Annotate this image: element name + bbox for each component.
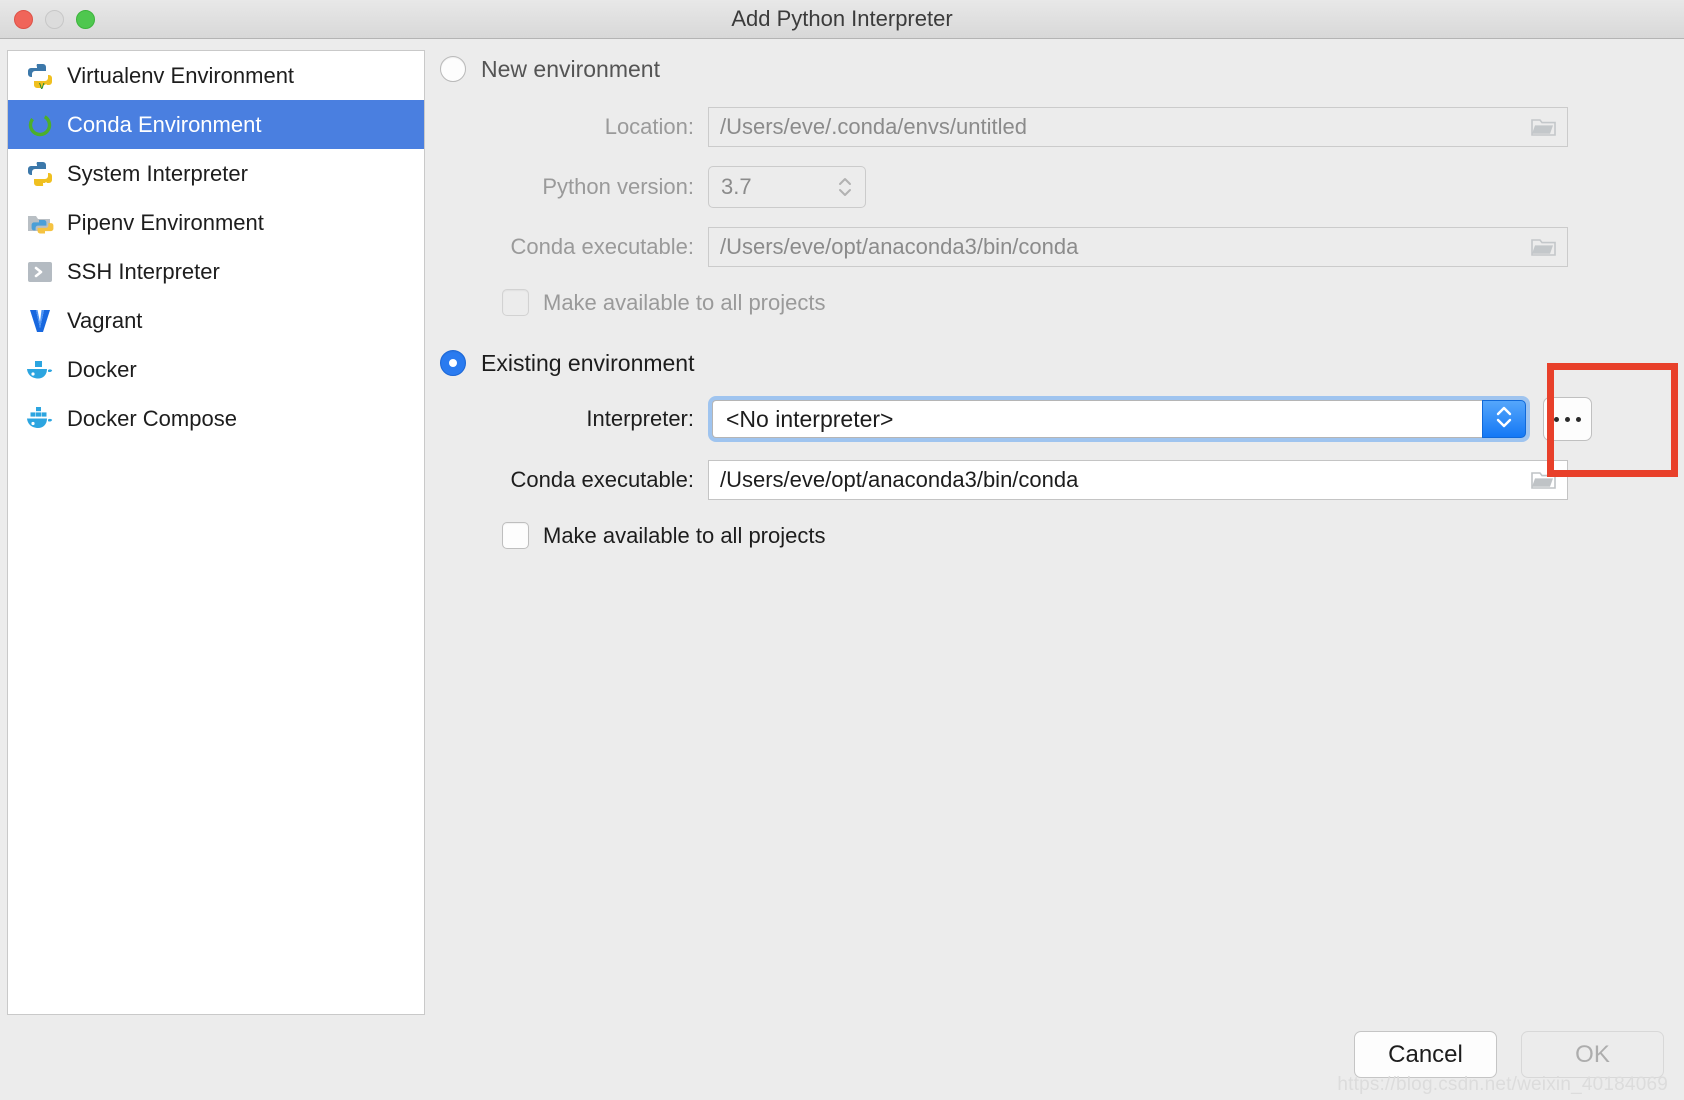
new-conda-executable-value: /Users/eve/opt/anaconda3/bin/conda <box>720 234 1079 259</box>
ellipsis-icon <box>1576 416 1581 422</box>
existing-environment-label: Existing environment <box>481 349 695 376</box>
sidebar-item-label: Vagrant <box>67 307 143 333</box>
add-python-interpreter-dialog: Add Python Interpreter v Virtualenv Envi… <box>0 0 1684 1100</box>
python-icon <box>25 159 55 189</box>
ellipsis-icon <box>1554 416 1559 422</box>
sidebar-item-system-interpreter[interactable]: System Interpreter <box>8 149 424 198</box>
folder-icon[interactable] <box>1530 236 1558 258</box>
ellipsis-icon <box>1565 416 1570 422</box>
sidebar-item-label: Pipenv Environment <box>67 209 264 235</box>
conda-icon <box>25 110 55 140</box>
sidebar-item-docker-compose[interactable]: Docker Compose <box>8 394 424 443</box>
new-make-available-row[interactable]: Make available to all projects <box>440 289 1680 316</box>
interpreter-dropdown-stepper[interactable] <box>1482 400 1526 438</box>
new-conda-executable-row: Conda executable: /Users/eve/opt/anacond… <box>440 227 1680 267</box>
location-input[interactable]: /Users/eve/.conda/envs/untitled <box>708 107 1568 147</box>
sidebar-item-label: Docker Compose <box>67 405 237 431</box>
sidebar-item-label: Docker <box>67 356 137 382</box>
folder-icon[interactable] <box>1530 469 1558 491</box>
sidebar-item-ssh-interpreter[interactable]: SSH Interpreter <box>8 247 424 296</box>
docker-compose-icon <box>25 404 55 434</box>
existing-conda-executable-input[interactable]: /Users/eve/opt/anaconda3/bin/conda <box>708 460 1568 500</box>
window-titlebar: Add Python Interpreter <box>0 0 1684 39</box>
environment-type-list[interactable]: v Virtualenv Environment Conda Environme… <box>7 50 425 1015</box>
sidebar-item-label: System Interpreter <box>67 160 248 186</box>
sidebar-item-label: SSH Interpreter <box>67 258 220 284</box>
interpreter-combobox[interactable]: <No interpreter> <box>712 400 1482 438</box>
pipenv-folder-icon <box>25 208 55 238</box>
sidebar-item-label: Conda Environment <box>67 111 262 137</box>
sidebar-item-vagrant[interactable]: Vagrant <box>8 296 424 345</box>
existing-make-available-label: Make available to all projects <box>543 522 826 548</box>
watermark-text: https://blog.csdn.net/weixin_40184069 <box>1337 1074 1668 1095</box>
sidebar-item-docker[interactable]: Docker <box>8 345 424 394</box>
sidebar-item-pipenv-environment[interactable]: Pipenv Environment <box>8 198 424 247</box>
location-row: Location: /Users/eve/.conda/envs/untitle… <box>440 107 1680 147</box>
interpreter-value: <No interpreter> <box>726 405 894 432</box>
python-version-row: Python version: 3.7 <box>440 166 1680 208</box>
new-make-available-label: Make available to all projects <box>543 289 826 315</box>
cancel-button[interactable]: Cancel <box>1354 1031 1497 1078</box>
interpreter-label: Interpreter: <box>586 406 694 431</box>
new-environment-radio-row[interactable]: New environment <box>440 50 1680 88</box>
up-down-chevron-icon[interactable] <box>835 173 855 201</box>
dialog-footer: Cancel OK <box>1354 1031 1664 1078</box>
vagrant-icon <box>25 306 55 336</box>
python-version-stepper[interactable]: 3.7 <box>708 166 866 208</box>
existing-conda-executable-row: Conda executable: /Users/eve/opt/anacond… <box>440 460 1680 500</box>
location-label: Location: <box>604 114 694 139</box>
location-value: /Users/eve/.conda/envs/untitled <box>720 114 1027 139</box>
existing-make-available-row[interactable]: Make available to all projects <box>440 522 1680 549</box>
python-version-value: 3.7 <box>721 174 752 199</box>
existing-make-available-checkbox[interactable] <box>502 522 529 549</box>
existing-environment-radio[interactable] <box>440 350 466 376</box>
new-conda-executable-label: Conda executable: <box>510 234 694 259</box>
docker-icon <box>25 355 55 385</box>
folder-icon[interactable] <box>1530 116 1558 138</box>
existing-environment-radio-row[interactable]: Existing environment <box>440 344 1680 382</box>
interpreter-row: Interpreter: <No interpreter> <box>440 396 1680 442</box>
new-environment-radio[interactable] <box>440 56 466 82</box>
existing-conda-executable-value: /Users/eve/opt/anaconda3/bin/conda <box>720 467 1079 492</box>
sidebar-item-conda-environment[interactable]: Conda Environment <box>8 100 424 149</box>
interpreter-control-group: <No interpreter> <box>708 396 1592 442</box>
interpreter-settings-pane: New environment Location: /Users/eve/.co… <box>440 50 1680 1010</box>
python-version-label: Python version: <box>542 174 694 199</box>
ssh-terminal-icon <box>25 257 55 287</box>
window-title: Add Python Interpreter <box>731 6 953 31</box>
sidebar-item-virtualenv-environment[interactable]: v Virtualenv Environment <box>8 51 424 100</box>
sidebar-item-label: Virtualenv Environment <box>67 62 295 88</box>
new-make-available-checkbox[interactable] <box>502 289 529 316</box>
existing-conda-executable-label: Conda executable: <box>510 467 694 492</box>
new-environment-label: New environment <box>481 55 660 82</box>
svg-text:v: v <box>39 80 45 90</box>
up-down-chevron-icon <box>1494 402 1514 437</box>
new-conda-executable-input[interactable]: /Users/eve/opt/anaconda3/bin/conda <box>708 227 1568 267</box>
interpreter-browse-button[interactable] <box>1543 397 1592 441</box>
python-virtualenv-icon: v <box>25 61 55 91</box>
interpreter-focus-ring: <No interpreter> <box>708 396 1530 442</box>
ok-button[interactable]: OK <box>1521 1031 1664 1078</box>
